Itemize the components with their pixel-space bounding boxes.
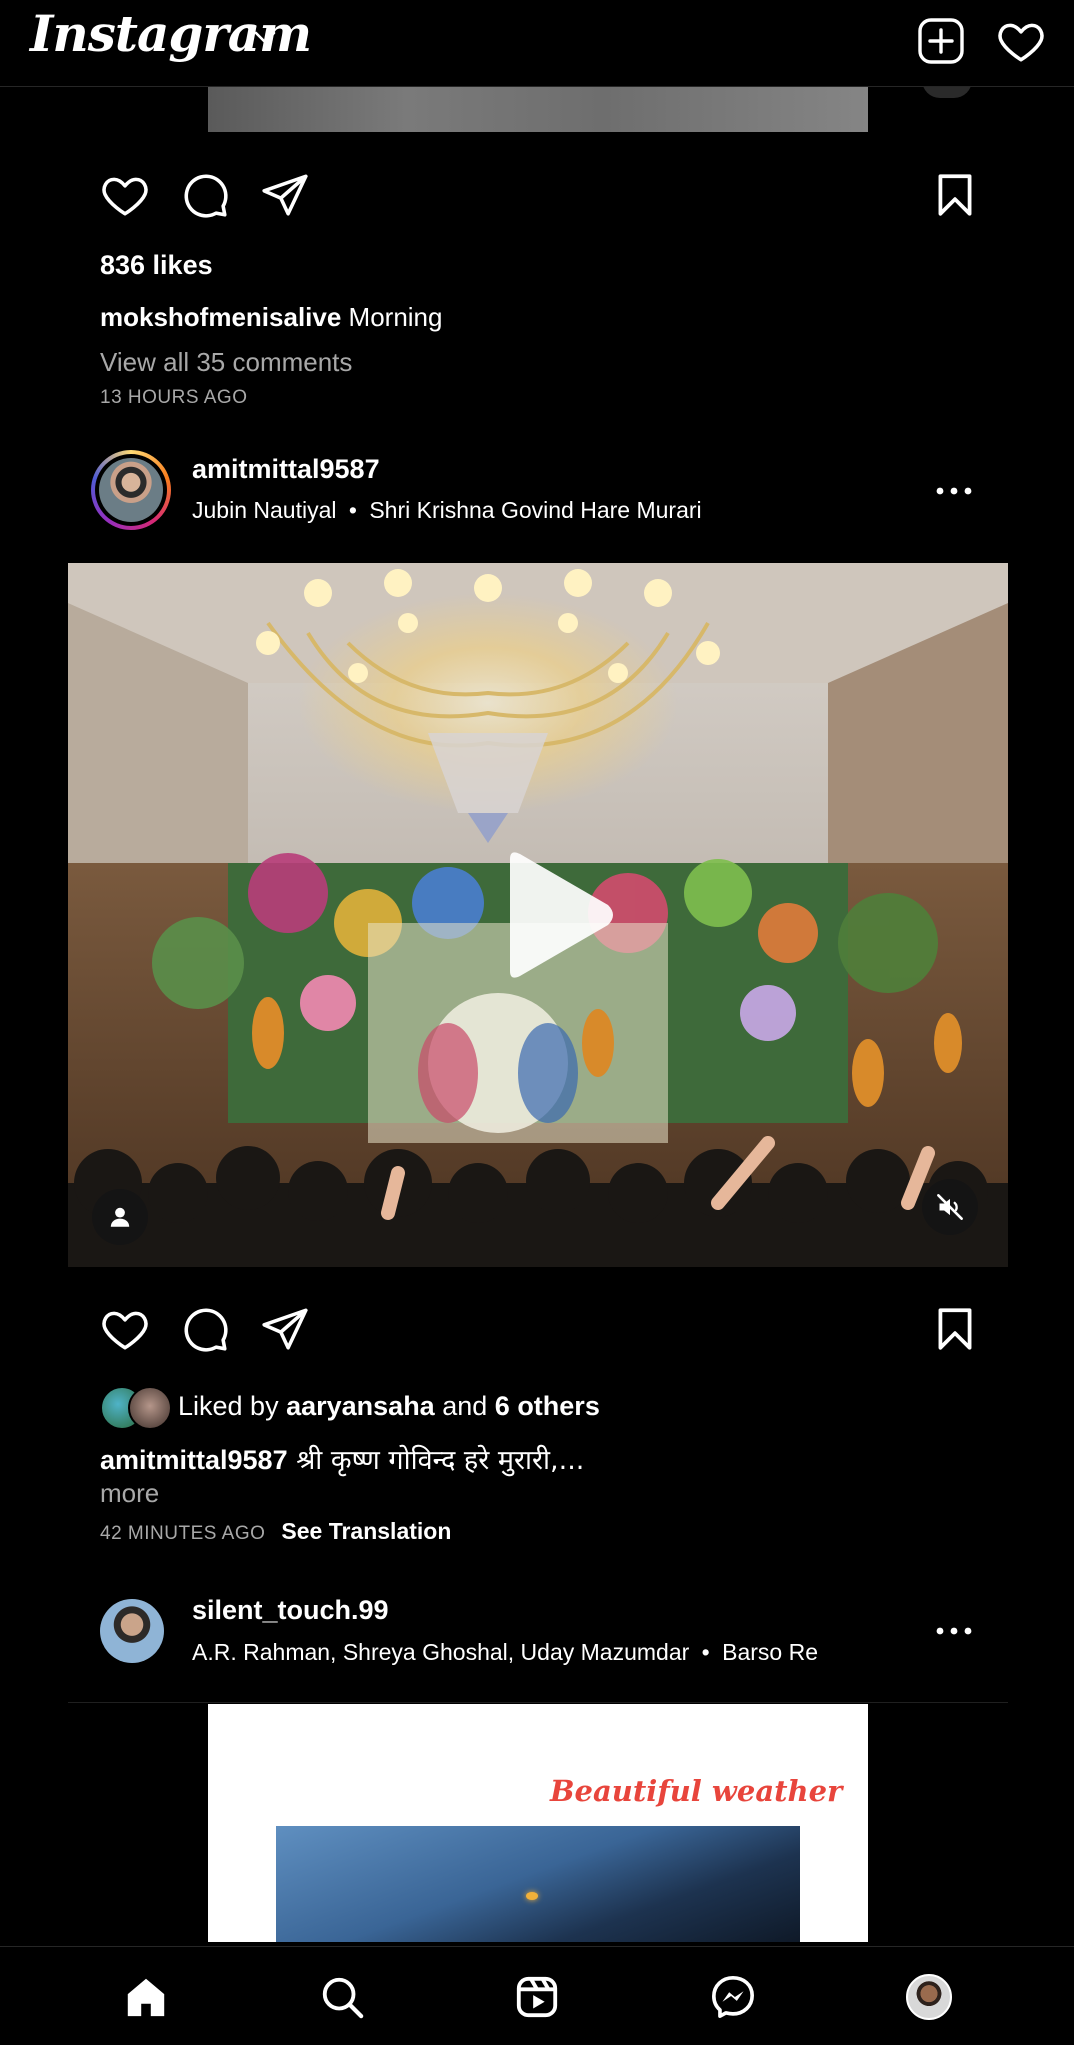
audio-separator: • <box>348 497 357 523</box>
see-translation-link[interactable]: See Translation <box>281 1518 451 1545</box>
divider <box>68 1702 1008 1703</box>
liked-by-avatars <box>100 1386 172 1430</box>
top-bar: Instagram <box>0 0 1074 87</box>
caption: amitmittal9587 श्री कृष्ण गोविन्द हरे मु… <box>100 1440 584 1477</box>
story-ring[interactable] <box>91 450 171 530</box>
mute-button[interactable] <box>922 1179 978 1235</box>
person-icon <box>110 1207 130 1227</box>
caption: mokshofmenisalive Morning <box>100 302 442 333</box>
audio-attribution[interactable]: A.R. Rahman, Shreya Ghoshal, Uday Mazumd… <box>192 1639 818 1666</box>
nav-search[interactable] <box>314 1969 370 2025</box>
image-caption-text: Beautiful weather <box>550 1774 843 1808</box>
liked-by-and: and <box>442 1390 488 1421</box>
post-username[interactable]: amitmittal9587 <box>192 454 380 485</box>
previous-post-image[interactable] <box>208 86 868 132</box>
post-username[interactable]: silent_touch.99 <box>192 1595 389 1626</box>
more-options-icon[interactable] <box>934 476 974 506</box>
avatar <box>99 458 163 522</box>
audio-attribution[interactable]: Jubin Nautiyal • Shri Krishna Govind Har… <box>192 497 702 524</box>
next-post-image[interactable]: Beautiful weather <box>208 1704 868 1942</box>
avatar[interactable] <box>100 1599 164 1663</box>
comment-icon[interactable] <box>180 1304 230 1354</box>
heart-icon[interactable] <box>100 170 150 220</box>
avatar <box>128 1386 172 1430</box>
messenger-icon <box>712 1976 754 2018</box>
share-icon[interactable] <box>260 1304 310 1354</box>
previous-post-actions <box>0 164 1074 224</box>
liked-by-others[interactable]: 6 others <box>495 1391 600 1422</box>
bookmark-icon[interactable] <box>930 170 980 220</box>
reels-icon <box>516 1976 558 2018</box>
comment-icon[interactable] <box>180 170 230 220</box>
share-icon[interactable] <box>260 170 310 220</box>
audio-separator: • <box>701 1639 710 1665</box>
search-icon <box>322 1977 364 2019</box>
post-actions <box>0 1298 1074 1358</box>
caption-text: श्री कृष्ण गोविन्द हरे मुरारी,... <box>296 1445 585 1476</box>
chevron-down-icon[interactable] <box>252 26 278 48</box>
nav-home[interactable] <box>118 1969 174 2025</box>
nav-reels[interactable] <box>509 1969 565 2025</box>
post-timestamp: 42 MINUTES AGO <box>100 1523 266 1544</box>
play-icon[interactable] <box>480 845 620 985</box>
profile-avatar <box>906 1974 952 2020</box>
post-meta: 42 MINUTES AGO See Translation <box>100 1518 451 1545</box>
audio-title: Shri Krishna Govind Hare Murari <box>369 497 702 523</box>
caption-text: Morning <box>348 302 443 332</box>
heart-icon[interactable] <box>100 1304 150 1354</box>
audio-artist: Jubin Nautiyal <box>192 497 337 523</box>
nav-profile[interactable] <box>901 1969 957 2025</box>
bookmark-icon[interactable] <box>930 1304 980 1354</box>
caption-more-link[interactable]: more <box>100 1478 159 1509</box>
heart-icon[interactable] <box>996 16 1046 66</box>
photo-inset <box>276 1826 800 1942</box>
audio-title: Barso Re <box>722 1639 818 1665</box>
caption-username[interactable]: amitmittal9587 <box>100 1445 288 1475</box>
caption-username[interactable]: mokshofmenisalive <box>100 302 341 332</box>
post-timestamp: 13 HOURS AGO <box>100 387 248 408</box>
more-options-icon[interactable] <box>934 1616 974 1646</box>
liked-by[interactable]: Liked by aaryansaha and 6 others <box>100 1385 900 1430</box>
liked-by-username[interactable]: aaryansaha <box>286 1391 435 1422</box>
bottom-nav <box>0 1946 1074 2045</box>
tagged-people-button[interactable] <box>92 1189 148 1245</box>
liked-by-prefix: Liked by <box>178 1390 279 1421</box>
like-count[interactable]: 836 likes <box>100 250 213 281</box>
nav-messenger[interactable] <box>705 1969 761 2025</box>
audio-artist: A.R. Rahman, Shreya Ghoshal, Uday Mazumd… <box>192 1639 690 1665</box>
post-video[interactable] <box>68 563 1008 1267</box>
home-icon <box>127 1978 165 2017</box>
muted-speaker-icon <box>937 1194 963 1220</box>
view-comments-link[interactable]: View all 35 comments <box>100 347 352 378</box>
new-post-icon[interactable] <box>916 16 966 66</box>
